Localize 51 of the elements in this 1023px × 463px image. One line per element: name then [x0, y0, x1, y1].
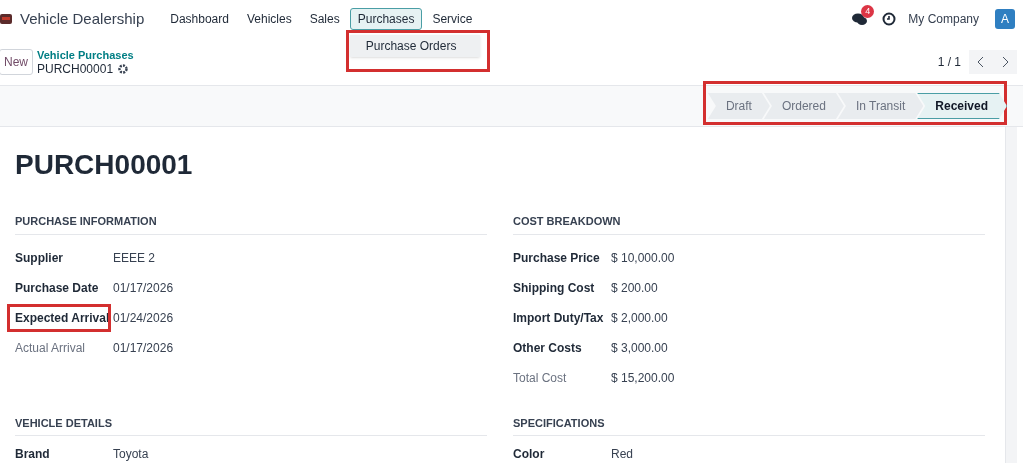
field-label: Purchase Price [513, 250, 600, 265]
notification-badge: 4 [861, 5, 875, 18]
menu-item[interactable]: Purchases [349, 8, 423, 30]
section-heading: COST BREAKDOWN [513, 213, 985, 235]
menu-item[interactable]: Vehicles [238, 8, 300, 30]
status-step[interactable]: Received [917, 93, 1007, 119]
menu-item[interactable]: Dashboard [162, 8, 237, 30]
field-label: Shipping Cost [513, 280, 595, 295]
field-value: $ 3,000.00 [611, 339, 668, 357]
scrollbar[interactable] [1005, 127, 1017, 463]
field-value: Toyota [113, 446, 149, 463]
field-label: Import Duty/Tax [513, 310, 604, 325]
field-value: 01/17/2026 [113, 339, 174, 357]
field-label: Total Cost [513, 370, 567, 385]
clock-icon[interactable] [882, 12, 897, 26]
section-heading: SPECIFICATIONS [513, 414, 985, 436]
chevron-right-icon [1001, 55, 1009, 68]
status-step[interactable]: Draft [707, 93, 770, 119]
user-avatar[interactable]: A [995, 9, 1015, 29]
menu-item[interactable]: Sales [301, 8, 348, 30]
menu-item[interactable]: Service [424, 8, 481, 30]
new-button[interactable]: New [0, 48, 33, 75]
logo-icon[interactable] [0, 11, 12, 27]
field-value: 01/24/2026 [113, 309, 174, 327]
chevron-left-icon [977, 55, 985, 68]
record-name: PURCH00001 [37, 61, 114, 76]
field-label: Expected Arrival [15, 310, 110, 325]
field-value: $ 10,000.00 [611, 249, 675, 267]
field-label: Actual Arrival [15, 340, 86, 355]
field-label: Color [513, 447, 545, 461]
company-name[interactable]: My Company [908, 10, 979, 28]
field-value: 01/17/2026 [113, 279, 174, 297]
pager-value: 1 / 1 [937, 53, 961, 71]
field-label: Purchase Date [15, 280, 99, 295]
field-label: Supplier [15, 250, 63, 265]
section-heading: VEHICLE DETAILS [15, 414, 487, 436]
breadcrumb-link[interactable]: Vehicle Purchases [37, 47, 134, 62]
field-value: $ 200.00 [611, 279, 658, 297]
field-label: Brand [15, 447, 50, 461]
status-step[interactable]: In Transit [837, 93, 924, 119]
field-label: Other Costs [513, 340, 582, 355]
field-value: $ 15,200.00 [611, 369, 675, 387]
dropdown-item[interactable]: Purchase Orders [349, 35, 480, 57]
record-title: PURCH00001 [15, 148, 194, 182]
field-value: Red [611, 446, 633, 463]
section-heading: PURCHASE INFORMATION [15, 213, 487, 235]
field-value: EEEE 2 [113, 249, 156, 267]
status-step[interactable]: Ordered [763, 93, 844, 119]
field-value: $ 2,000.00 [611, 309, 668, 327]
settings-icon[interactable] [118, 63, 129, 74]
app-name[interactable]: Vehicle Dealership [20, 7, 145, 31]
